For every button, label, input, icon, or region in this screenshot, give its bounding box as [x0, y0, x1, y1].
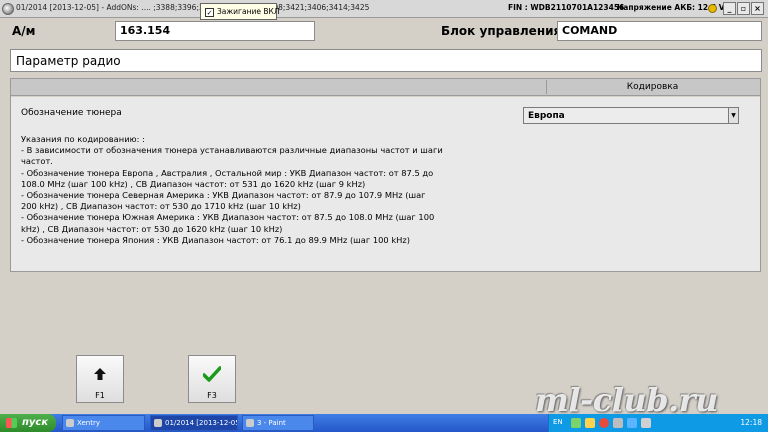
- system-tray: EN 12:18: [548, 414, 768, 432]
- hint-line: - Обозначение тюнера Южная Америка : УКВ…: [21, 212, 435, 223]
- ignition-status-window: ✓ Зажигание ВКЛ: [200, 3, 280, 20]
- tuner-label: Обозначение тюнера: [21, 108, 122, 118]
- coding-panel: Кодировка Обозначение тюнера Европа ▼ Ук…: [10, 78, 761, 272]
- coding-hints: Указания по кодированию: : - В зависимос…: [21, 134, 511, 246]
- task-label: 01/2014 [2013-12-05...: [165, 419, 237, 427]
- tray-network-icon[interactable]: [571, 418, 581, 428]
- fin-readout: FIN : WDB2110701A123456: [508, 3, 625, 12]
- task-label: 3 - Paint: [257, 419, 286, 427]
- tray-app-icon[interactable]: [585, 418, 595, 428]
- windows-logo-icon: [6, 418, 17, 428]
- close-button[interactable]: ×: [751, 2, 764, 15]
- arrow-up-icon: [77, 366, 123, 385]
- f1-up-button[interactable]: F1: [76, 355, 124, 403]
- hint-line: - Обозначение тюнера Северная Америка : …: [21, 190, 426, 201]
- task-label: Xentry: [77, 419, 100, 427]
- checkbox-checked-icon: ✓: [205, 8, 214, 17]
- hint-line: - Обозначение тюнера Европа , Австралия …: [21, 167, 434, 178]
- start-button[interactable]: пуск: [0, 414, 56, 432]
- hint-line: 108.0 MHz (шаг 100 kHz) , СВ Диапазон ча…: [21, 178, 366, 189]
- taskbar-item-paint[interactable]: 3 - Paint: [242, 415, 314, 431]
- hint-line: частот.: [21, 156, 53, 167]
- language-indicator[interactable]: EN: [553, 418, 563, 426]
- xentry-app-icon: [66, 419, 74, 427]
- tuner-select[interactable]: Европа ▼: [523, 107, 739, 124]
- tuner-select-value: Европа: [528, 111, 565, 121]
- minimize-button[interactable]: _: [723, 2, 736, 15]
- taskbar-item-xentry[interactable]: Xentry: [62, 415, 145, 431]
- tray-volume-icon[interactable]: [613, 418, 623, 428]
- panel-body: Обозначение тюнера Европа ▼ Указания по …: [11, 97, 760, 271]
- f1-label: F1: [95, 391, 105, 400]
- panel-header: Кодировка: [11, 79, 760, 96]
- f3-label: F3: [207, 391, 217, 400]
- vehicle-model-field: 163.154: [115, 21, 315, 41]
- hint-line: - В зависимости от обозначения тюнера ус…: [21, 145, 443, 156]
- hint-line: - Обозначение тюнера Япония : УКВ Диапаз…: [21, 234, 410, 245]
- control-unit-field: COMAND: [557, 21, 762, 41]
- tray-usb-icon[interactable]: [641, 418, 651, 428]
- taskbar-item-session[interactable]: 01/2014 [2013-12-05...: [150, 415, 238, 431]
- chevron-down-icon[interactable]: ▼: [728, 108, 738, 123]
- vehicle-label: А/м: [12, 24, 36, 38]
- hint-line: 200 kHz) , СВ Диапазон частот: от 530 до…: [21, 201, 301, 212]
- coding-column-header: Кодировка: [546, 80, 758, 94]
- hint-line: kHz) , СВ Диапазон частот: от 530 до 162…: [21, 223, 283, 234]
- page-title: Параметр радио: [10, 49, 762, 72]
- os-taskbar: пуск Xentry 01/2014 [2013-12-05... 3 - P…: [0, 414, 768, 432]
- clock: 12:18: [740, 418, 762, 427]
- app-logo-icon: [2, 3, 14, 15]
- tray-update-icon[interactable]: [627, 418, 637, 428]
- start-label: пуск: [22, 417, 49, 428]
- restore-button[interactable]: ▫: [737, 2, 750, 15]
- f3-confirm-button[interactable]: F3: [188, 355, 236, 403]
- control-unit-label: Блок управления: [441, 24, 562, 38]
- voltage-indicator-icon: [708, 4, 717, 13]
- checkmark-icon: [189, 366, 235, 386]
- tray-security-icon[interactable]: [599, 418, 609, 428]
- hint-line: Указания по кодированию: :: [21, 134, 145, 144]
- ignition-status-label: Зажигание ВКЛ: [217, 7, 280, 16]
- paint-app-icon: [246, 419, 254, 427]
- app-title-bar: 01/2014 [2013-12-05] - AddONs: .... ;338…: [0, 0, 768, 18]
- session-app-icon: [154, 419, 162, 427]
